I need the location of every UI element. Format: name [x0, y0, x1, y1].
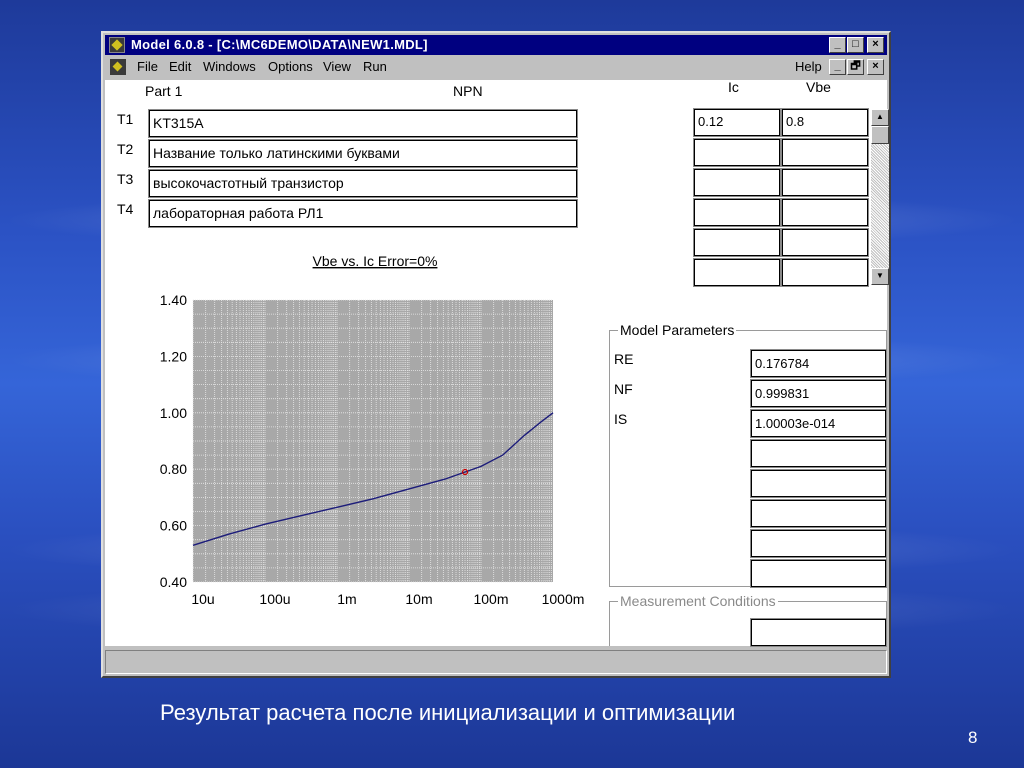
ic-cell[interactable]: 0.12 — [693, 108, 781, 137]
t3-label: T3 — [117, 171, 134, 187]
vbe-cell[interactable]: 0.8 — [781, 108, 869, 137]
scroll-down-icon[interactable]: ▼ — [871, 268, 889, 285]
t4-field[interactable]: лабораторная работа РЛ1 — [148, 199, 578, 228]
y-tick-label: 0.40 — [160, 574, 187, 590]
doc-close-button[interactable]: × — [867, 59, 884, 75]
ic-cell[interactable] — [693, 198, 781, 227]
t2-label: T2 — [117, 141, 134, 157]
param-value-field[interactable] — [750, 559, 887, 588]
document-icon[interactable] — [110, 59, 126, 75]
minimize-button[interactable]: _ — [829, 37, 846, 53]
vbe-cell[interactable] — [781, 228, 869, 257]
scroll-up-icon[interactable]: ▲ — [871, 109, 889, 126]
param-value-field[interactable] — [750, 439, 887, 468]
t3-field[interactable]: высокочастотный транзистор — [148, 169, 578, 198]
t1-label: T1 — [117, 111, 134, 127]
t1-field[interactable]: KT315A — [148, 109, 578, 138]
y-tick-label: 0.80 — [160, 461, 187, 477]
vbe-cell[interactable] — [781, 138, 869, 167]
menu-view[interactable]: View — [323, 59, 351, 74]
client-area: Part 1 NPN T1 KT315A T2 Название только … — [105, 79, 889, 647]
part-label: Part 1 — [145, 83, 183, 99]
param-value-field[interactable] — [750, 469, 887, 498]
ic-header: Ic — [728, 79, 739, 95]
y-tick-label: 1.40 — [160, 292, 187, 308]
t2-field[interactable]: Название только латинскими буквами — [148, 139, 578, 168]
x-tick-label: 10u — [191, 591, 214, 607]
status-bar — [105, 650, 887, 674]
y-tick-label: 1.00 — [160, 405, 187, 421]
y-tick-label: 1.20 — [160, 348, 187, 364]
maximize-button[interactable]: □ — [847, 37, 864, 53]
y-tick-label: 0.60 — [160, 518, 187, 534]
menu-bar: File Edit Windows Options View Run Help … — [105, 57, 887, 78]
vbe-cell[interactable] — [781, 198, 869, 227]
ic-cell[interactable] — [693, 168, 781, 197]
app-window: Model 6.0.8 - [C:\MC6DEMO\DATA\NEW1.MDL]… — [101, 31, 891, 678]
menu-windows[interactable]: Windows — [203, 59, 256, 74]
param-is-label: IS — [614, 411, 628, 427]
param-re-value[interactable]: 0.176784 — [750, 349, 887, 378]
slide-caption: Результат расчета после инициализации и … — [160, 700, 736, 725]
page-number: 8 — [968, 728, 978, 747]
x-tick-label: 10m — [405, 591, 432, 607]
menu-help[interactable]: Help — [795, 59, 822, 74]
x-tick-label: 100u — [259, 591, 290, 607]
measurement-field[interactable] — [750, 618, 887, 647]
menu-options[interactable]: Options — [268, 59, 313, 74]
menu-edit[interactable]: Edit — [169, 59, 191, 74]
scroll-thumb[interactable] — [871, 126, 889, 144]
param-nf-value[interactable]: 0.999831 — [750, 379, 887, 408]
x-tick-label: 1000m — [542, 591, 585, 607]
app-icon[interactable] — [109, 37, 125, 53]
doc-restore-button[interactable]: 🗗 — [847, 59, 864, 75]
param-value-field[interactable] — [750, 499, 887, 528]
ic-cell[interactable] — [693, 228, 781, 257]
measurement-conditions-group: Measurement Conditions — [609, 593, 887, 647]
x-tick-label: 1m — [337, 591, 356, 607]
vbe-vs-ic-chart: Vbe vs. Ic Error=0% 1.40 1.20 1.00 0.80 0.60… — [160, 253, 585, 607]
menu-file[interactable]: File — [137, 59, 158, 74]
param-value-field[interactable] — [750, 529, 887, 558]
menu-run[interactable]: Run — [363, 59, 387, 74]
x-tick-label: 100m — [473, 591, 508, 607]
param-nf-label: NF — [614, 381, 633, 397]
chart-title: Vbe vs. Ic Error=0% — [313, 253, 438, 269]
t4-label: T4 — [117, 201, 134, 217]
doc-minimize-button[interactable]: _ — [829, 59, 846, 75]
param-is-value[interactable]: 1.00003e-014 — [750, 409, 887, 438]
table-scrollbar[interactable]: ▲ ▼ — [871, 109, 889, 285]
vbe-cell[interactable] — [781, 258, 869, 287]
vbe-cell[interactable] — [781, 168, 869, 197]
title-bar[interactable]: Model 6.0.8 - [C:\MC6DEMO\DATA\NEW1.MDL]… — [105, 35, 887, 55]
close-button[interactable]: × — [867, 37, 884, 53]
ic-cell[interactable] — [693, 258, 781, 287]
transistor-type: NPN — [453, 83, 483, 99]
model-parameters-group: Model Parameters RE 0.176784 NF 0.999831… — [609, 322, 887, 588]
model-parameters-title: Model Parameters — [618, 322, 737, 338]
ic-cell[interactable] — [693, 138, 781, 167]
measurement-conditions-title: Measurement Conditions — [618, 593, 778, 609]
param-re-label: RE — [614, 351, 634, 367]
window-title: Model 6.0.8 - [C:\MC6DEMO\DATA\NEW1.MDL] — [131, 37, 428, 52]
vbe-header: Vbe — [806, 79, 831, 95]
